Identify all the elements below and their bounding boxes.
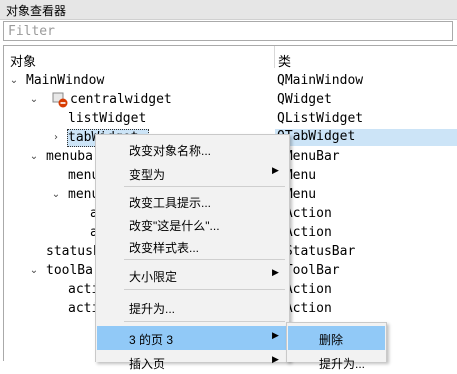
menu-separator	[124, 259, 285, 260]
menu-item-size-constraints[interactable]: 大小限定 ▶	[97, 263, 288, 287]
header-class[interactable]: 类	[278, 51, 291, 70]
row-class: QMainWindow	[277, 73, 364, 88]
menu-item-stylesheet[interactable]: 改变样式表...	[97, 234, 288, 258]
menu-separator	[124, 186, 285, 187]
row-name: MainWindow	[26, 73, 105, 88]
row-class: QWidget	[277, 92, 332, 107]
menu-separator	[124, 321, 285, 322]
tree-header: 对象 类	[4, 46, 457, 70]
chevron-down-icon[interactable]: ⌄	[8, 75, 20, 87]
row-name: centralwidget	[70, 92, 172, 107]
menu-separator	[124, 289, 285, 290]
chevron-down-icon[interactable]: ⌄	[28, 265, 40, 277]
row-name: toolBar	[46, 263, 101, 278]
menu-item-tooltip[interactable]: 改变工具提示...	[97, 189, 288, 213]
submenu-item-promote[interactable]: 提升为...	[288, 350, 385, 374]
row-class: QTabWidget	[275, 129, 457, 146]
row-class: QListWidget	[277, 111, 364, 126]
tree-row[interactable]: ⌄ centralwidget QWidget	[4, 91, 457, 109]
menu-item-promote[interactable]: 提升为...	[97, 295, 288, 319]
tree-row[interactable]: ⌄ MainWindow QMainWindow	[4, 72, 457, 90]
submenu-item-delete[interactable]: 删除	[288, 326, 385, 350]
row-name: menubar	[46, 149, 101, 164]
chevron-down-icon[interactable]: ⌄	[28, 94, 40, 106]
menu-item-page[interactable]: 3 的页 3 ▶	[97, 326, 288, 350]
chevron-down-icon[interactable]: ⌄	[50, 189, 62, 201]
warning-icon	[52, 92, 68, 108]
menu-item-whatsthis[interactable]: 改变"这是什么"...	[97, 212, 288, 236]
chevron-down-icon[interactable]: ⌄	[28, 151, 40, 163]
submenu-arrow-icon: ▶	[272, 355, 279, 365]
header-separator[interactable]	[274, 46, 275, 68]
context-menu: 改变对象名称... 变型为 ▶ 改变工具提示... 改变"这是什么"... 改变…	[95, 134, 290, 371]
menu-item-insert-page[interactable]: 插入页 ▶	[97, 350, 288, 374]
window-title-bar: 对象查看器	[0, 0, 457, 20]
tree-row[interactable]: listWidget QListWidget	[4, 110, 457, 128]
submenu-arrow-icon: ▶	[272, 331, 279, 341]
filter-field[interactable]	[3, 21, 453, 41]
menu-item-morph[interactable]: 变型为 ▶	[97, 161, 288, 185]
window-title: 对象查看器	[6, 4, 67, 18]
header-object[interactable]: 对象	[10, 51, 36, 70]
page-submenu: 删除 提升为...	[286, 322, 387, 371]
chevron-right-icon[interactable]: ›	[50, 132, 62, 144]
row-name: listWidget	[68, 111, 147, 126]
filter-input[interactable]	[4, 22, 452, 40]
menu-item-rename[interactable]: 改变对象名称...	[97, 137, 288, 161]
submenu-arrow-icon: ▶	[272, 268, 279, 278]
submenu-arrow-icon: ▶	[272, 166, 279, 176]
